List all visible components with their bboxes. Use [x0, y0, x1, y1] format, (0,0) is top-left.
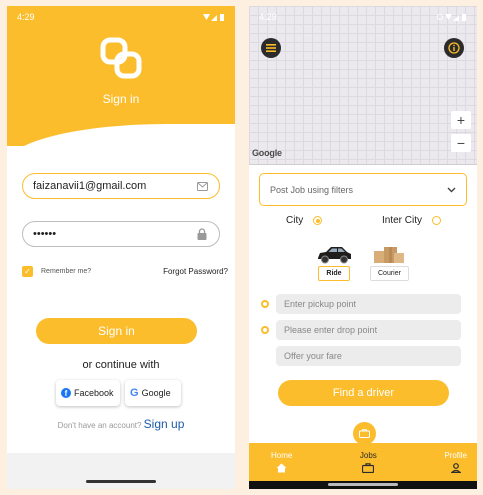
remember-me[interactable]: ✓ Remember me? [22, 266, 91, 277]
remember-label: Remember me? [41, 268, 92, 275]
fare-input[interactable]: Offer your fare [276, 346, 461, 366]
service-courier[interactable]: Courier [370, 245, 409, 281]
signup-link[interactable]: Sign up [144, 417, 185, 431]
pickup-dot-icon [261, 300, 269, 308]
fare-row: Offer your fare [276, 346, 461, 366]
system-nav-bar [249, 481, 477, 489]
info-icon [448, 42, 460, 54]
status-bar: 4:29 [249, 6, 477, 28]
nav-jobs-label: Jobs [359, 451, 377, 460]
forgot-password-link[interactable]: Forgot Password? [163, 267, 228, 276]
city-label: City [286, 215, 304, 226]
drop-input[interactable]: Please enter drop point [276, 320, 461, 340]
ride-label: Ride [318, 266, 350, 281]
email-value: faizanavii1@gmail.com [33, 180, 147, 192]
status-bar: 4:29 [7, 6, 235, 28]
status-icons [437, 13, 467, 22]
map-watermark: Google [252, 148, 282, 158]
zoom-in-button[interactable]: + [451, 111, 471, 129]
system-nav-bar [7, 453, 235, 489]
signal-battery-icon [203, 13, 224, 21]
check-icon[interactable]: ✓ [22, 266, 33, 277]
info-button[interactable] [444, 38, 464, 58]
home-indicator[interactable] [86, 480, 156, 483]
page-title: Sign in [102, 92, 140, 106]
car-icon [318, 247, 351, 264]
status-time: 4:29 [259, 12, 277, 22]
intercity-label: Inter City [382, 215, 423, 226]
location-signal-battery-icon [437, 13, 466, 21]
password-field[interactable]: •••••• [22, 221, 220, 247]
bottom-nav: Home Jobs Profile [249, 443, 477, 481]
signin-button[interactable]: Sign in [36, 318, 197, 344]
courier-label: Courier [370, 266, 409, 281]
service-ride[interactable]: Ride [315, 245, 353, 281]
briefcase-icon [362, 463, 375, 473]
google-icon: G [130, 387, 139, 399]
nav-profile[interactable]: Profile [444, 443, 467, 481]
or-continue-text: or continue with [82, 359, 160, 371]
drop-dot-icon [261, 326, 269, 334]
pickup-input[interactable]: Enter pickup point [276, 294, 461, 314]
briefcase-icon [359, 429, 370, 438]
email-icon [195, 179, 209, 193]
logo-icon [99, 36, 143, 80]
zoom-out-button[interactable]: − [451, 134, 471, 152]
home-icon [276, 463, 287, 473]
nav-profile-label: Profile [444, 451, 467, 460]
radio-selected[interactable] [313, 216, 323, 225]
nav-home[interactable]: Home [271, 443, 292, 481]
signup-row: Don't have an account? Sign up [7, 417, 235, 431]
google-button[interactable]: G Google [125, 380, 181, 406]
radio-city[interactable]: City [286, 215, 323, 226]
chevron-down-icon [447, 187, 456, 192]
job-screen: 4:29 + − Google Post Job using filters C… [249, 6, 477, 489]
facebook-icon: f [61, 388, 71, 398]
signin-screen: 4:29 Sign in faizanavii1@gmail.com •••••… [7, 6, 235, 489]
pickup-row: Enter pickup point [261, 294, 461, 314]
find-driver-button[interactable]: Find a driver [278, 380, 449, 406]
menu-icon [266, 44, 276, 52]
status-time: 4:29 [17, 12, 35, 22]
map-view[interactable]: 4:29 + − Google [249, 6, 477, 164]
nav-jobs[interactable]: Jobs [360, 443, 377, 481]
password-value: •••••• [33, 228, 57, 240]
lock-icon [195, 227, 209, 241]
radio-unselected[interactable] [432, 216, 442, 225]
facebook-button[interactable]: f Facebook [56, 380, 120, 406]
no-account-text: Don't have an account? [57, 421, 142, 430]
facebook-label: Facebook [74, 388, 114, 398]
nav-home-label: Home [271, 451, 293, 460]
email-field[interactable]: faizanavii1@gmail.com [22, 173, 220, 199]
boxes-icon [374, 247, 405, 263]
drop-row: Please enter drop point [261, 320, 461, 340]
home-indicator[interactable] [328, 483, 398, 486]
google-label: Google [141, 388, 171, 398]
status-icons [203, 13, 225, 22]
radio-intercity[interactable]: Inter City [382, 215, 442, 226]
filter-placeholder: Post Job using filters [270, 184, 354, 195]
menu-button[interactable] [261, 38, 281, 58]
user-icon [450, 463, 461, 473]
job-filter-select[interactable]: Post Job using filters [259, 173, 467, 206]
